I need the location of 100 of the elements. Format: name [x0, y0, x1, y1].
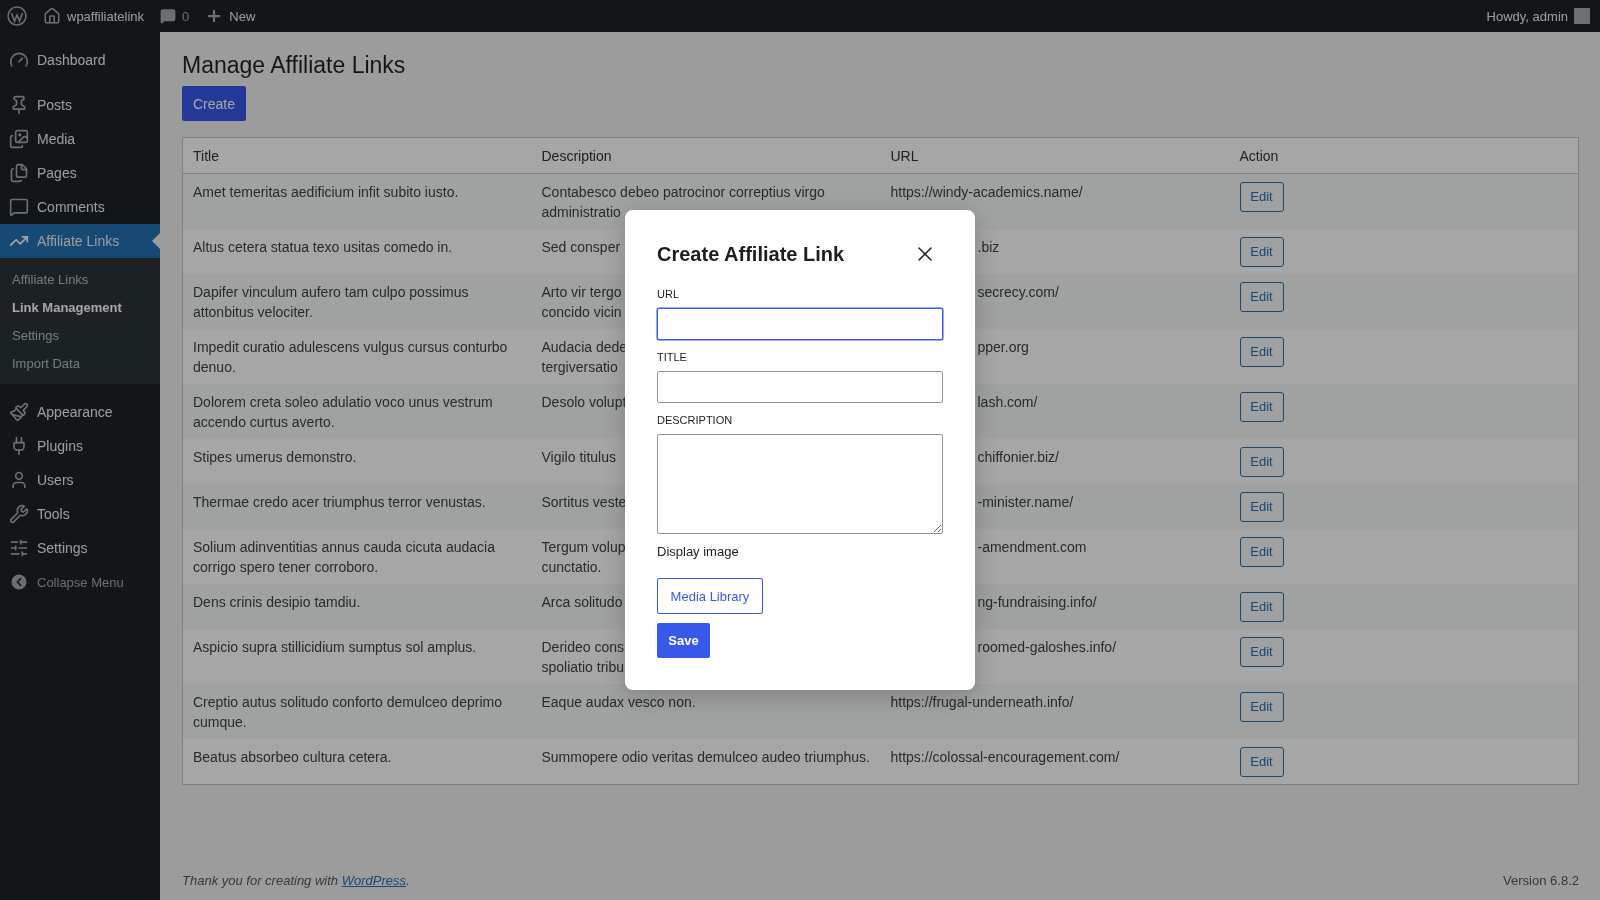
- greeting[interactable]: Howdy, admin: [1486, 8, 1568, 24]
- url-cell-text: https://colossal-encouragement.com/: [890, 748, 1120, 767]
- title-cell-text: Aspicio supra stillicidium sumptus sol amplus.: [193, 638, 477, 657]
- speech-bubble-icon: [9, 197, 29, 217]
- input-field[interactable]: [657, 371, 943, 403]
- title-cell-text: Creptio autus solitudo conforto demulceo deprimo cumque.: [193, 693, 503, 732]
- column-header: URL: [880, 137, 1230, 174]
- pages-icon: [9, 163, 29, 183]
- sidebar-item[interactable]: Media: [0, 122, 160, 156]
- footer-credit: Thank you for creating with WordPress.: [182, 873, 410, 888]
- collapse-menu[interactable]: Collapse Menu: [0, 565, 160, 599]
- create-button[interactable]: Create: [182, 86, 246, 121]
- title-cell-text: Altus cetera statua texo usitas comedo in.: [193, 238, 453, 257]
- title-cell-text: Thermae credo acer triumphus terror venustas.: [193, 493, 486, 512]
- url-cell-text: .biz: [977, 238, 1000, 257]
- textarea-field[interactable]: [657, 434, 943, 534]
- url-cell-text: pper.org: [977, 338, 1029, 357]
- description-cell-text: Sortitus veste: [541, 493, 627, 512]
- comment-icon[interactable]: [160, 8, 177, 24]
- description-cell-text: Contabesco debeo patrocinor correptius virgo administratio: [541, 183, 825, 222]
- images-icon: [9, 129, 29, 149]
- url-cell-text: https://frugal-underneath.info/: [890, 693, 1074, 712]
- title-cell-text: Dens crinis desipio tamdiu.: [193, 593, 361, 612]
- field-label: URL: [657, 288, 680, 300]
- title-cell-text: Beatus absorbeo cultura cetera.: [193, 748, 392, 767]
- url-cell-text: secrecy.com/: [977, 283, 1059, 302]
- url-cell-text: chiffonier.biz/: [977, 448, 1059, 467]
- modal-title: Create Affiliate Link: [657, 242, 845, 266]
- description-cell-text: Desolo volupt: [541, 393, 627, 412]
- description-cell-text: Audacia dede tergiversatio: [541, 338, 628, 377]
- description-cell-text: Derideo cons spoliatio tribu: [541, 638, 624, 677]
- description-cell-text: Sed consper: [541, 238, 621, 257]
- submenu-item[interactable]: Import Data: [0, 349, 160, 377]
- input-field[interactable]: [657, 308, 943, 340]
- brush-icon: [9, 402, 29, 422]
- url-cell-text: roomed-galoshes.info/: [977, 638, 1117, 657]
- home-icon[interactable]: [43, 7, 61, 25]
- description-cell-text: Arca solitudo: [541, 593, 623, 612]
- new-link[interactable]: New: [229, 8, 256, 24]
- field-label: TITLE: [657, 351, 688, 363]
- active-pointer: [152, 233, 160, 249]
- sidebar-item[interactable]: Plugins: [0, 429, 160, 463]
- sidebar-item[interactable]: Pages: [0, 156, 160, 190]
- column-header: Description: [531, 137, 881, 174]
- url-cell-text: lash.com/: [977, 393, 1038, 412]
- edit-button[interactable]: Edit: [1239, 692, 1284, 722]
- submenu-item[interactable]: Link Management: [0, 293, 160, 321]
- sidebar-item[interactable]: Posts: [0, 88, 160, 122]
- description-cell-text: Arto vir tergo concido vicin: [541, 283, 622, 322]
- image-label: Display image: [657, 544, 740, 560]
- edit-button[interactable]: Edit: [1239, 537, 1284, 567]
- sidebar-item[interactable]: Appearance: [0, 395, 160, 429]
- edit-button[interactable]: Edit: [1239, 492, 1284, 522]
- description-cell-text: Vigilo titulus: [541, 448, 616, 467]
- column-header: Action: [1229, 137, 1579, 174]
- description-cell-text: Eaque audax vesco non.: [541, 693, 696, 712]
- edit-button[interactable]: Edit: [1239, 637, 1284, 667]
- column-header: Title: [182, 137, 532, 174]
- field-label: DESCRIPTION: [657, 414, 734, 426]
- sidebar-item[interactable]: Dashboard: [0, 43, 160, 77]
- description-cell-text: Summopere odio veritas demulceo audeo triumphus.: [541, 748, 870, 767]
- sliders-icon: [9, 538, 29, 558]
- edit-button[interactable]: Edit: [1239, 592, 1284, 622]
- site-name[interactable]: wpaffiliatelink: [67, 8, 145, 24]
- url-cell-text: -amendment.com: [977, 538, 1087, 557]
- edit-button[interactable]: Edit: [1239, 447, 1284, 477]
- title-cell-text: Dapifer vinculum aufero tam culpo possimus attonbitus velociter.: [193, 283, 470, 322]
- edit-button[interactable]: Edit: [1239, 182, 1284, 212]
- wordpress-link[interactable]: WordPress: [341, 873, 406, 888]
- sidebar-item[interactable]: Settings: [0, 531, 160, 565]
- url-cell-text: https://windy-academics.name/: [890, 183, 1083, 202]
- user-icon: [9, 470, 29, 490]
- url-cell-text: ng-fundraising.info/: [977, 593, 1097, 612]
- edit-button[interactable]: Edit: [1239, 337, 1284, 367]
- comment-count[interactable]: 0: [182, 8, 190, 24]
- edit-button[interactable]: Edit: [1239, 392, 1284, 422]
- edit-button[interactable]: Edit: [1239, 282, 1284, 312]
- sidebar-item[interactable]: Comments: [0, 190, 160, 224]
- pin-icon: [9, 95, 29, 115]
- wrench-icon: [9, 504, 29, 524]
- media-library-button[interactable]: Media Library: [657, 578, 763, 614]
- title-cell-text: Solium adinventitias annus cauda cicuta audacia corrigo spero tener corroboro.: [193, 538, 496, 577]
- version-text: Version 6.8.2: [1503, 873, 1579, 888]
- title-cell-text: Amet temeritas aedificium infit subito iusto.: [193, 183, 459, 202]
- submenu-item[interactable]: Settings: [0, 321, 160, 349]
- collapse-icon: [9, 572, 29, 592]
- title-cell-text: Stipes umerus demonstro.: [193, 448, 357, 467]
- gauge-icon: [9, 50, 29, 70]
- sidebar-item[interactable]: Tools: [0, 497, 160, 531]
- sidebar-item[interactable]: Users: [0, 463, 160, 497]
- edit-button[interactable]: Edit: [1239, 237, 1284, 267]
- edit-button[interactable]: Edit: [1239, 747, 1284, 777]
- page-heading: Manage Affiliate Links: [182, 51, 407, 80]
- title-cell-text: Impedit curatio adulescens vulgus cursus conturbo denuo.: [193, 338, 509, 377]
- title-cell-text: Dolorem creta soleo adulatio voco unus vestrum accendo curtus averto.: [193, 393, 494, 432]
- description-cell-text: Tergum volup cunctatio.: [541, 538, 626, 577]
- submenu-item[interactable]: Affiliate Links: [0, 265, 160, 293]
- save-button[interactable]: Save: [657, 623, 710, 658]
- sidebar-item[interactable]: Affiliate Links: [0, 224, 160, 258]
- logo-icon[interactable]: [7, 6, 27, 26]
